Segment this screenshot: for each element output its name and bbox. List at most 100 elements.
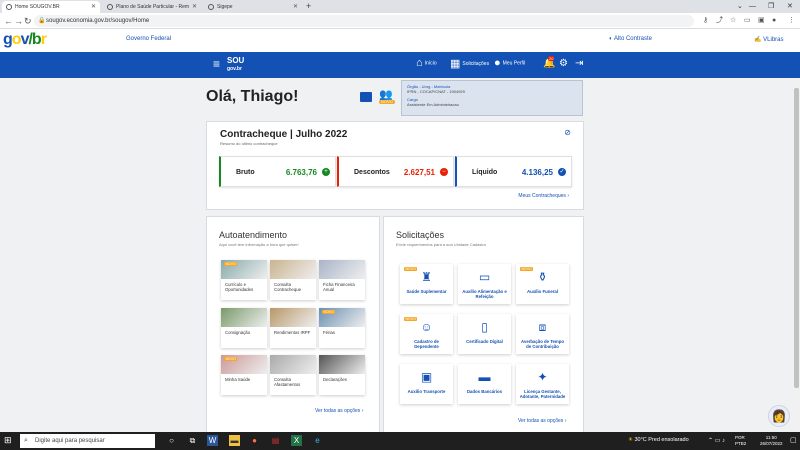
- language-indicator[interactable]: POR PTB2: [735, 435, 746, 447]
- extension-icon[interactable]: ▣: [758, 15, 765, 27]
- clock[interactable]: 11:50 26/07/2022: [760, 435, 783, 447]
- tab-home[interactable]: Home SOUGOV.BR ✕: [2, 1, 100, 13]
- meus-contracheques-link[interactable]: Meus Contracheques ›: [518, 193, 569, 199]
- vlibras-button[interactable]: ✍ VLibras: [754, 36, 783, 43]
- solicitacao-tile[interactable]: ▯ Certificado Digital: [458, 314, 511, 354]
- tab-label: Sigepe: [217, 4, 233, 10]
- firefox-icon[interactable]: ●: [249, 435, 260, 446]
- solicitacao-tile[interactable]: ▬ Dados Bancários: [458, 364, 511, 404]
- tab-label: Home SOUGOV.BR: [15, 4, 60, 10]
- cortana-icon[interactable]: ○: [166, 435, 177, 446]
- calendar-icon: ▦: [450, 58, 461, 70]
- health-plan-icon: ♜: [421, 270, 432, 284]
- taskbar-search-input[interactable]: ⌕ Digite aqui para pesquisar: [20, 434, 155, 448]
- alto-contraste-button[interactable]: ◐ Alto Contraste: [609, 36, 652, 42]
- new-tab-button[interactable]: +: [306, 0, 311, 13]
- briefcase-icon: ⧈: [538, 320, 547, 334]
- close-tab-icon[interactable]: ✕: [293, 1, 298, 13]
- group-icon[interactable]: 👥 NOVO: [379, 88, 395, 104]
- close-tab-icon[interactable]: ✕: [91, 1, 96, 13]
- autoatendimento-card: Autoatendimento Aqui você tem informação…: [206, 216, 380, 436]
- notifications-button[interactable]: 🔔 20: [543, 56, 555, 69]
- browser-tabbar: Home SOUGOV.BR ✕ Plano de Saúde Particul…: [0, 0, 800, 13]
- maximize-button[interactable]: ❐: [768, 0, 774, 13]
- word-icon[interactable]: W: [207, 435, 218, 446]
- assistant-avatar-icon[interactable]: 👩: [768, 405, 790, 427]
- star-icon[interactable]: ☆: [730, 15, 736, 27]
- govbr-logo[interactable]: gov/br: [3, 31, 47, 49]
- tab-sigepe[interactable]: Sigepe ✕: [204, 1, 302, 13]
- back-button[interactable]: ←: [4, 14, 13, 28]
- hamburger-menu-icon[interactable]: ≡: [213, 58, 220, 70]
- autoatendimento-tile[interactable]: Consulta Afastamentos: [270, 355, 316, 395]
- ver-todas-autoatendimento-link[interactable]: Ver todas as opções ›: [315, 408, 363, 414]
- edge-icon[interactable]: e: [312, 435, 323, 446]
- solicitacao-tile[interactable]: ⧈ Averbação de Tempo de Contribuição: [516, 314, 569, 354]
- solicitacao-tile[interactable]: NOVO ⚱ Auxílio Funeral: [516, 264, 569, 304]
- solicitacao-tile[interactable]: NOVO ♜ Saúde Suplementar: [400, 264, 453, 304]
- id-card-icon[interactable]: [360, 92, 372, 102]
- forward-button[interactable]: →: [14, 14, 23, 28]
- bookmark-icon[interactable]: ▭: [744, 15, 751, 27]
- gear-icon[interactable]: ⚙: [559, 58, 568, 69]
- solicitacao-tile[interactable]: ▭ Auxílio Alimentação e Refeição: [458, 264, 511, 304]
- key-icon[interactable]: ⚷: [703, 15, 708, 27]
- card-icon: ▭: [478, 270, 491, 284]
- autoatendimento-tile[interactable]: NOVO Currículo e Oportunidades: [221, 260, 267, 300]
- tile-label: Minha Saúde: [225, 377, 251, 382]
- tile-label: Dados Bancários: [466, 389, 503, 394]
- reload-button[interactable]: ↻: [24, 14, 32, 28]
- tile-label: Rendimentos IRPF: [274, 330, 311, 335]
- url-input[interactable]: 🔒 sougov.economia.gov.br/sougov/Home: [34, 15, 694, 27]
- menu-icon[interactable]: ⋮: [788, 15, 795, 27]
- file-explorer-icon[interactable]: ▬: [229, 435, 240, 446]
- governo-federal-link[interactable]: Governo Federal: [126, 36, 171, 42]
- autoatendimento-tile[interactable]: NOVO Minha Saúde: [221, 355, 267, 395]
- close-tab-icon[interactable]: ✕: [192, 1, 197, 13]
- tab-label: Plano de Saúde Particular - Rem: [116, 4, 190, 10]
- excel-icon[interactable]: X: [291, 435, 302, 446]
- gov-header: gov/br Governo Federal ◐ Alto Contraste …: [0, 29, 800, 52]
- autoatendimento-tile[interactable]: Declarações: [319, 355, 365, 395]
- tile-label: Consignação: [225, 330, 251, 335]
- nav-meu-perfil[interactable]: ● Meu Perfil: [494, 57, 525, 69]
- notification-center-icon[interactable]: ▢: [790, 436, 797, 444]
- profile-icon[interactable]: ●: [772, 15, 776, 27]
- tile-image: [270, 308, 316, 327]
- solicitacao-tile[interactable]: ▣ Auxílio Transporte: [400, 364, 453, 404]
- solicitacao-tile[interactable]: NOVO ☺ Cadastro de Dependente: [400, 314, 453, 354]
- autoatendimento-tile[interactable]: NOVO Férias: [319, 308, 365, 348]
- weather-widget[interactable]: ☀ 30°C Pred ensolarado: [628, 437, 689, 443]
- scrollbar-thumb[interactable]: [794, 88, 799, 388]
- search-placeholder: Digite aqui para pesquisar: [35, 438, 105, 444]
- minimize-button[interactable]: —: [749, 0, 756, 13]
- logout-icon[interactable]: ⇥: [575, 58, 583, 69]
- search-icon: ⌕: [24, 437, 28, 444]
- solicitacao-tile[interactable]: ✦ Licença Gestante, Adotante, Paternidade: [516, 364, 569, 404]
- tile-label: Licença Gestante, Adotante, Paternidade: [519, 389, 566, 399]
- nav-solicitacoes[interactable]: ▦ Solicitações: [450, 57, 489, 70]
- close-window-button[interactable]: ✕: [787, 0, 793, 13]
- task-view-icon[interactable]: ⧉: [187, 435, 198, 446]
- pdf-icon[interactable]: ▤: [270, 435, 281, 446]
- url-text: sougov.economia.gov.br/sougov/Home: [46, 18, 150, 24]
- hand-icon: ✍: [754, 37, 764, 43]
- tab-plano[interactable]: Plano de Saúde Particular - Rem ✕: [103, 1, 201, 13]
- autoatendimento-tile[interactable]: Ficha Financeira Anual: [319, 260, 365, 300]
- tile-label: Auxílio Transporte: [407, 389, 446, 394]
- descontos-value: 2.627,51: [403, 168, 435, 177]
- eye-slash-icon[interactable]: ⊘: [564, 128, 571, 137]
- novo-badge: NOVO: [224, 262, 238, 266]
- bruto-box: Bruto 6.763,76 +: [219, 156, 336, 187]
- system-tray[interactable]: ⌃ ▭ ♪: [708, 437, 725, 444]
- autoatendimento-tile[interactable]: Consignação: [221, 308, 267, 348]
- chevron-down-icon[interactable]: ⌄: [737, 0, 743, 13]
- share-icon[interactable]: ⤴: [716, 15, 723, 27]
- novo-badge: NOVO: [322, 310, 336, 314]
- autoatendimento-tile[interactable]: Rendimentos IRPF: [270, 308, 316, 348]
- ver-todas-solicitacoes-link[interactable]: Ver todas as opções ›: [518, 418, 566, 424]
- windows-start-icon[interactable]: ⊞: [4, 435, 12, 446]
- cargo-value: Assistente Em Administracao: [407, 102, 459, 107]
- autoatendimento-tile[interactable]: Consulta Contracheque: [270, 260, 316, 300]
- nav-inicio[interactable]: ⌂ Início: [416, 57, 437, 69]
